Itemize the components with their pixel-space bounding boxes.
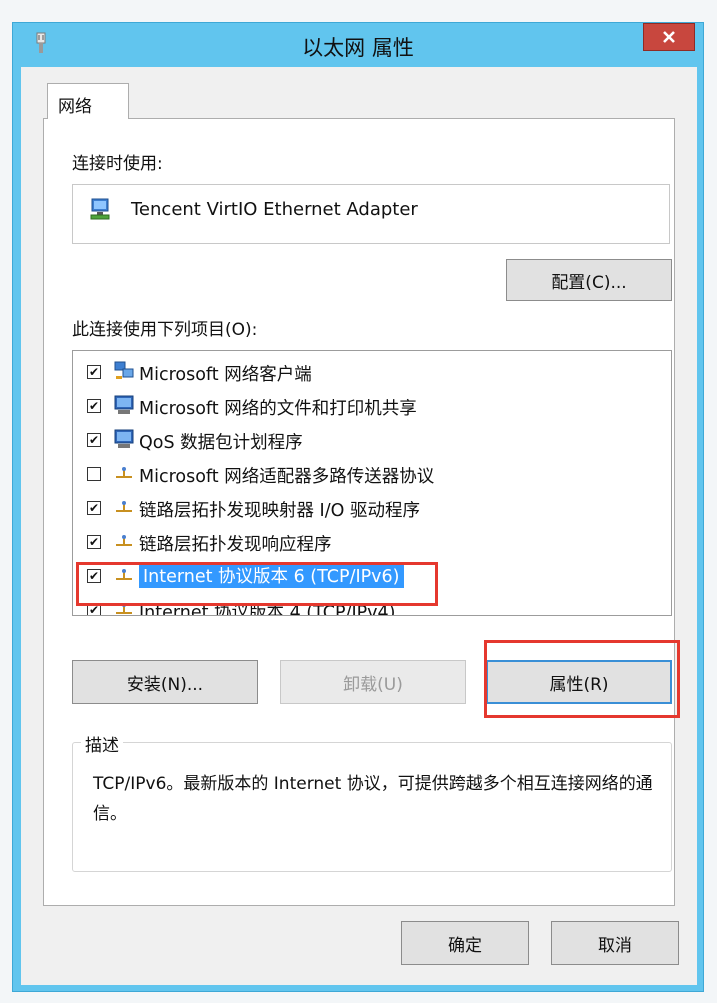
close-button[interactable]	[643, 23, 695, 51]
list-item[interactable]: ✔ 链路层拓扑发现映射器 I/O 驱动程序	[73, 493, 671, 523]
dialog-client: 网络 连接时使用: Tencent VirtIO Ethernet Adapte…	[21, 67, 697, 985]
window-title: 以太网 属性	[302, 36, 414, 60]
computer-icon	[113, 429, 135, 449]
item-checkbox[interactable]: ✔	[87, 365, 101, 379]
adapter-box: Tencent VirtIO Ethernet Adapter	[72, 184, 670, 244]
items-label: 此连接使用下列项目(O):	[72, 320, 258, 340]
uninstall-button[interactable]: 卸载(U)	[280, 660, 466, 704]
item-checkbox[interactable]: ✔	[87, 501, 101, 515]
list-item[interactable]: Microsoft 网络适配器多路传送器协议	[73, 459, 671, 489]
computer-icon	[113, 395, 135, 415]
list-item[interactable]: ✔ 链路层拓扑发现响应程序	[73, 527, 671, 557]
item-label: 链路层拓扑发现响应程序	[139, 535, 332, 555]
item-checkbox[interactable]	[87, 467, 101, 481]
item-label: Microsoft 网络的文件和打印机共享	[139, 399, 417, 419]
list-item[interactable]: ✔ Microsoft 网络客户端	[73, 357, 671, 387]
item-checkbox[interactable]: ✔	[87, 535, 101, 549]
protocol-icon	[113, 463, 135, 483]
dialog-window: 以太网 属性 网络 连接时使用: Tencent VirtIO Ethernet…	[12, 22, 704, 992]
ok-button[interactable]: 确定	[401, 921, 529, 965]
annotation-highlight-properties	[484, 640, 680, 718]
install-button[interactable]: 安装(N)...	[72, 660, 258, 704]
description-text: TCP/IPv6。最新版本的 Internet 协议，可提供跨越多个相互连接网络…	[93, 774, 653, 824]
configure-button[interactable]: 配置(C)...	[506, 259, 672, 301]
item-label: QoS 数据包计划程序	[139, 433, 303, 453]
network-adapter-icon	[90, 198, 110, 220]
description-title: 描述	[81, 731, 123, 756]
adapter-name: Tencent VirtIO Ethernet Adapter	[131, 199, 418, 220]
close-icon	[663, 31, 675, 43]
item-label: 链路层拓扑发现映射器 I/O 驱动程序	[139, 501, 420, 521]
list-item[interactable]: ✔ QoS 数据包计划程序	[73, 425, 671, 455]
item-label: Microsoft 网络客户端	[139, 365, 312, 385]
item-label: Microsoft 网络适配器多路传送器协议	[139, 467, 435, 487]
network-client-icon	[113, 361, 135, 381]
tab-network[interactable]: 网络	[47, 83, 129, 119]
list-item[interactable]: ✔ Microsoft 网络的文件和打印机共享	[73, 391, 671, 421]
protocol-icon	[113, 531, 135, 551]
protocol-icon	[113, 497, 135, 517]
cancel-button[interactable]: 取消	[551, 921, 679, 965]
title-bar[interactable]: 以太网 属性	[13, 23, 703, 67]
connect-using-label: 连接时使用:	[72, 154, 163, 174]
tab-panel: 连接时使用: Tencent VirtIO Ethernet Adapter 配…	[43, 118, 680, 906]
item-checkbox[interactable]: ✔	[87, 399, 101, 413]
description-group: 描述 TCP/IPv6。最新版本的 Internet 协议，可提供跨越多个相互连…	[72, 731, 672, 872]
item-checkbox[interactable]: ✔	[87, 433, 101, 447]
annotation-highlight-ipv6	[76, 562, 438, 606]
